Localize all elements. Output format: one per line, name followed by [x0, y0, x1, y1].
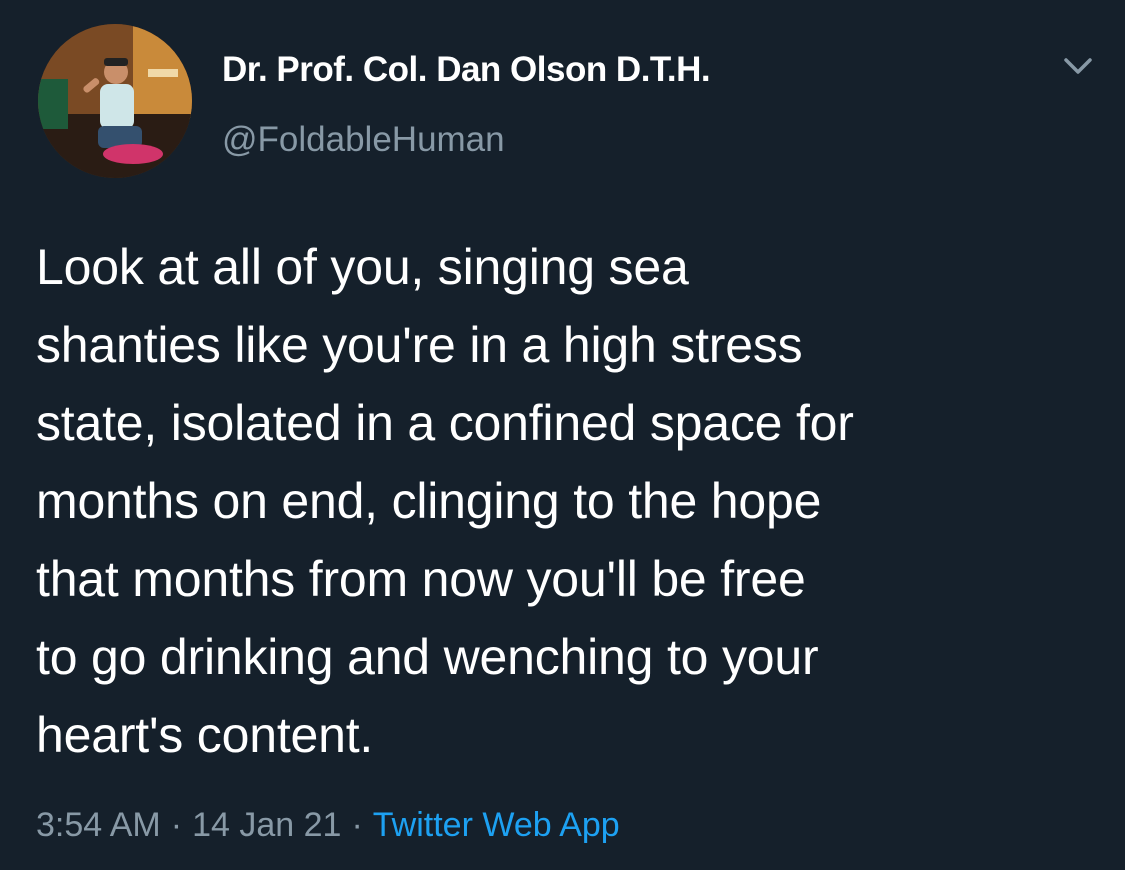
meta-separator: ·: [170, 806, 183, 844]
chevron-down-icon[interactable]: [1058, 52, 1098, 82]
tweet-source-link[interactable]: Twitter Web App: [373, 806, 620, 844]
tweet-time[interactable]: 3:54 AM: [36, 806, 161, 844]
tweet-date[interactable]: 14 Jan 21: [192, 806, 341, 844]
author-avatar[interactable]: [38, 24, 192, 178]
author-display-name[interactable]: Dr. Prof. Col. Dan Olson D.T.H.: [222, 50, 711, 90]
tweet-card: Dr. Prof. Col. Dan Olson D.T.H. @Foldabl…: [0, 0, 1125, 870]
avatar-photo-icon: [38, 24, 192, 178]
tweet-text: Look at all of you, singing sea shanties…: [36, 239, 854, 763]
tweet-metadata: 3:54 AM · 14 Jan 21 · Twitter Web App: [36, 806, 620, 845]
author-handle[interactable]: @FoldableHuman: [222, 120, 505, 160]
meta-separator: ·: [351, 806, 363, 844]
